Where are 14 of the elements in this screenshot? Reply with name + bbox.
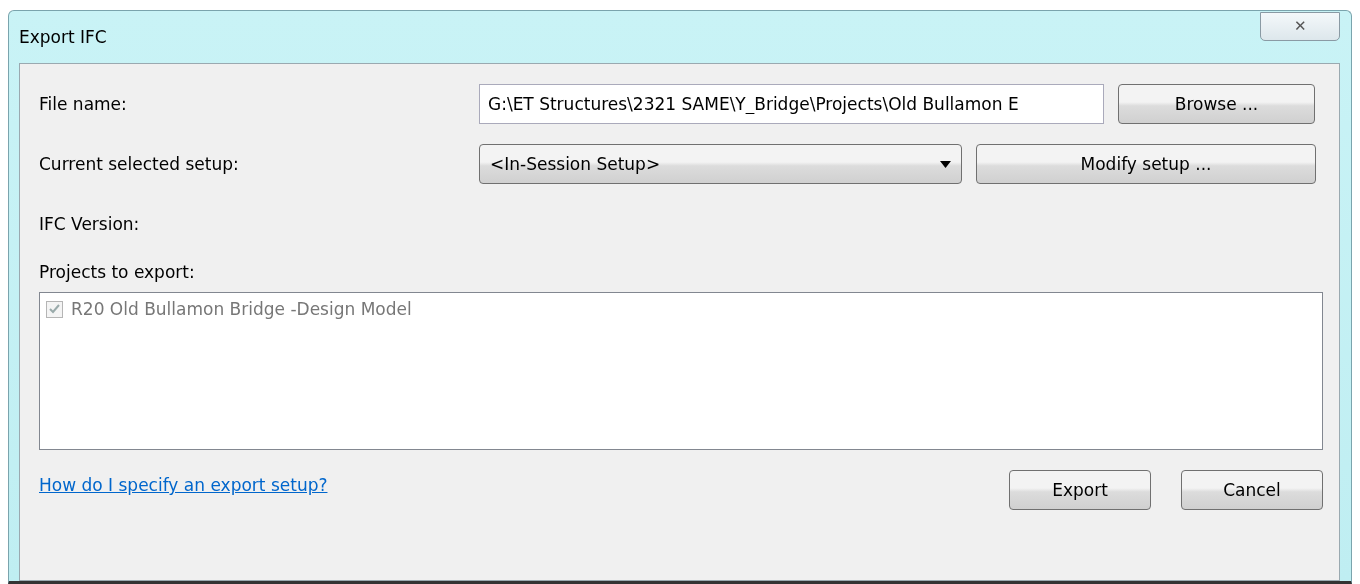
ifc-version-label: IFC Version: <box>39 214 141 234</box>
dropdown-arrow-icon <box>940 160 951 168</box>
setup-label: Current selected setup: <box>39 154 240 174</box>
projects-label: Projects to export: <box>39 262 196 282</box>
close-button[interactable]: ✕ <box>1260 11 1340 41</box>
help-link[interactable]: How do I specify an export setup? <box>39 475 328 495</box>
file-name-label: File name: <box>39 94 128 114</box>
window-title: Export IFC <box>19 27 107 47</box>
setup-dropdown[interactable]: <In-Session Setup> <box>479 144 962 184</box>
file-name-field[interactable]: G:\ET Structures\2321 SAME\Y_Bridge\Projects\Old Bullamon E <box>479 84 1104 124</box>
export-button[interactable]: Export <box>1009 470 1151 510</box>
browse-button[interactable]: Browse ... <box>1118 84 1315 124</box>
modify-setup-button[interactable]: Modify setup ... <box>976 144 1316 184</box>
cancel-button[interactable]: Cancel <box>1181 470 1323 510</box>
